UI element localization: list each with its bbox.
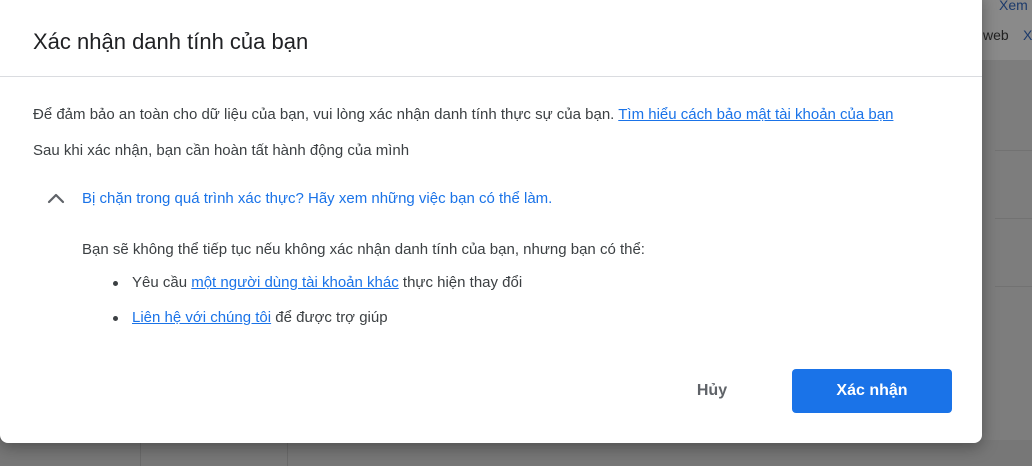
chevron-up-icon: [47, 193, 65, 204]
verify-identity-dialog: Xác nhận danh tính của bạn Để đảm bảo an…: [0, 0, 982, 443]
option-suffix: thực hiện thay đổi: [402, 274, 523, 291]
cancel-button[interactable]: Hủy: [676, 369, 748, 413]
title-divider: [0, 76, 982, 77]
intro-paragraph: Để đảm bảo an toàn cho dữ liệu của bạn, …: [33, 106, 893, 123]
background-divider: [995, 218, 1032, 219]
dialog-title: Xác nhận danh tính của bạn: [33, 29, 309, 54]
background-right-panel: [982, 60, 1032, 440]
background-link-view: Xem: [999, 0, 1028, 13]
background-text-web: web: [983, 27, 1009, 43]
help-options-list: Yêu cầu một người dùng tài khoản khác th…: [113, 274, 522, 344]
subtext: Sau khi xác nhận, bạn cần hoàn tất hành …: [33, 142, 410, 159]
background-bottom-bar: [0, 440, 1032, 466]
option-suffix: để được trợ giúp: [275, 309, 388, 326]
background-divider: [995, 150, 1032, 151]
list-item: Yêu cầu một người dùng tài khoản khác th…: [113, 274, 522, 309]
option-prefix: Yêu cầu: [132, 274, 188, 291]
another-user-link[interactable]: một người dùng tài khoản khác: [191, 274, 399, 291]
background-bottom-divider: [287, 440, 288, 466]
help-panel-text: Bạn sẽ không thể tiếp tục nếu không xác …: [82, 241, 645, 258]
learn-security-link[interactable]: Tìm hiểu cách bảo mật tài khoản của bạn: [618, 106, 893, 123]
background-divider: [995, 286, 1032, 287]
expander-label: Bị chặn trong quá trình xác thực? Hãy xe…: [82, 189, 553, 207]
background-bottom-divider: [140, 440, 141, 466]
background-link-close: X: [1023, 27, 1032, 43]
blocked-help-expander[interactable]: Bị chặn trong quá trình xác thực? Hãy xe…: [44, 186, 552, 210]
contact-us-link[interactable]: Liên hệ với chúng tôi: [132, 309, 271, 326]
list-item: Liên hệ với chúng tôi để được trợ giúp: [113, 309, 522, 344]
intro-text: Để đảm bảo an toàn cho dữ liệu của bạn, …: [33, 106, 615, 123]
confirm-button[interactable]: Xác nhận: [792, 369, 952, 413]
